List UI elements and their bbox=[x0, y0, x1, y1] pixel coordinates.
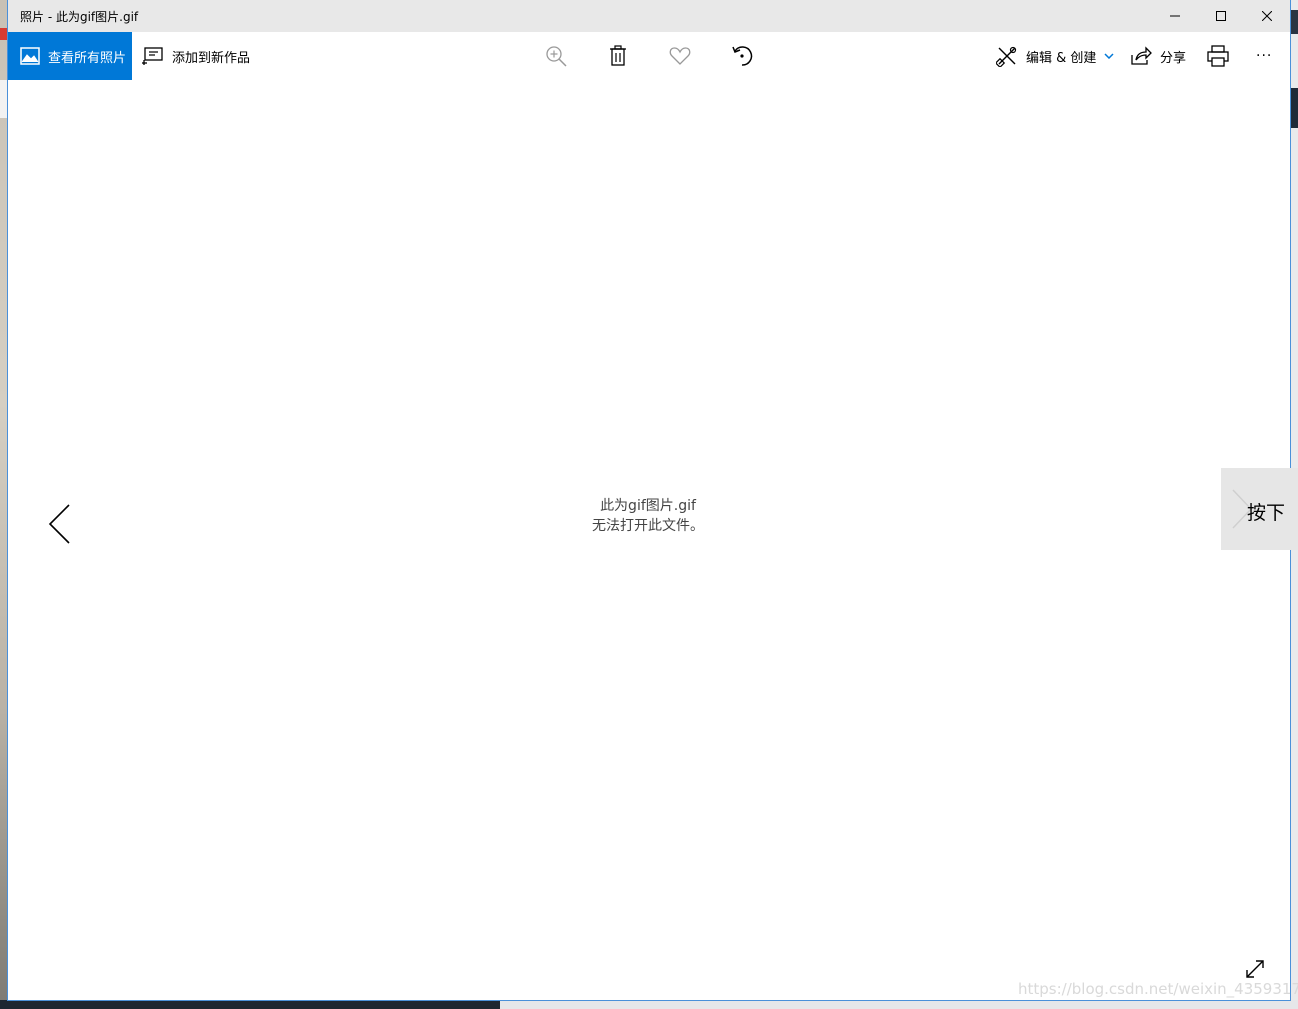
view-all-photos-label: 查看所有照片 bbox=[48, 50, 127, 66]
desktop-background-bottom bbox=[0, 1000, 1298, 1009]
edit-create-menu-button[interactable]: 编辑 & 创建 bbox=[996, 32, 1114, 80]
minimize-button[interactable] bbox=[1152, 0, 1198, 32]
maximize-button[interactable] bbox=[1198, 0, 1244, 32]
chevron-left-icon bbox=[48, 504, 70, 544]
fullscreen-button[interactable] bbox=[1244, 958, 1266, 980]
error-text: 无法打开此文件。 bbox=[592, 518, 704, 534]
photo-gallery-icon bbox=[20, 47, 40, 65]
file-error-message: 此为gif图片.gif 无法打开此文件。 bbox=[548, 496, 748, 536]
watermark-text: https://blog.csdn.net/weixin_43593174 bbox=[1018, 980, 1298, 998]
delete-button[interactable] bbox=[606, 44, 630, 68]
window-title: 照片 - 此为gif图片.gif bbox=[20, 10, 139, 24]
close-button[interactable] bbox=[1244, 0, 1290, 32]
taskbar-fragment bbox=[0, 1000, 500, 1009]
print-button[interactable] bbox=[1206, 44, 1230, 68]
expand-icon bbox=[1246, 960, 1264, 978]
rotate-icon bbox=[732, 46, 753, 66]
more-icon: ··· bbox=[1256, 48, 1273, 64]
minimize-icon bbox=[1170, 15, 1180, 17]
trash-icon bbox=[610, 45, 626, 66]
favorite-button[interactable] bbox=[668, 44, 692, 68]
edit-create-label: 编辑 & 创建 bbox=[1026, 50, 1097, 66]
photos-app-window: 照片 - 此为gif图片.gif 查看所有照片 添加到新作品 编辑 & 创建 分… bbox=[8, 0, 1298, 1000]
printer-icon bbox=[1207, 45, 1229, 67]
share-icon bbox=[1130, 46, 1152, 66]
close-icon bbox=[1262, 11, 1272, 21]
heart-icon bbox=[669, 47, 691, 65]
add-to-album-icon bbox=[142, 46, 164, 66]
zoom-in-icon bbox=[546, 46, 567, 67]
add-to-new-creation-button[interactable]: 添加到新作品 bbox=[142, 32, 250, 80]
zoom-button[interactable] bbox=[544, 44, 568, 68]
desktop-background-left bbox=[0, 0, 10, 1009]
previous-photo-button[interactable] bbox=[44, 500, 74, 548]
toolbar: 查看所有照片 添加到新作品 编辑 & 创建 分享 ··· bbox=[8, 32, 1290, 80]
add-to-new-creation-label: 添加到新作品 bbox=[172, 50, 251, 66]
title-bar[interactable]: 照片 - 此为gif图片.gif bbox=[8, 0, 1290, 32]
view-all-photos-button[interactable]: 查看所有照片 bbox=[8, 32, 132, 80]
file-name-text: 此为gif图片.gif bbox=[600, 498, 696, 514]
desktop-icon-fragment bbox=[0, 28, 8, 40]
edit-create-icon bbox=[996, 45, 1018, 67]
next-photo-button[interactable]: 按下 bbox=[1221, 468, 1298, 550]
more-options-button[interactable]: ··· bbox=[1256, 32, 1272, 80]
maximize-icon bbox=[1216, 11, 1226, 21]
chevron-down-icon bbox=[1104, 53, 1114, 59]
background-window-fragment bbox=[1290, 88, 1298, 128]
press-hint-label: 按下 bbox=[1247, 502, 1286, 524]
background-window-fragment bbox=[1290, 10, 1298, 34]
rotate-button[interactable] bbox=[730, 44, 754, 68]
share-button[interactable]: 分享 bbox=[1130, 32, 1186, 80]
share-label: 分享 bbox=[1160, 50, 1187, 66]
